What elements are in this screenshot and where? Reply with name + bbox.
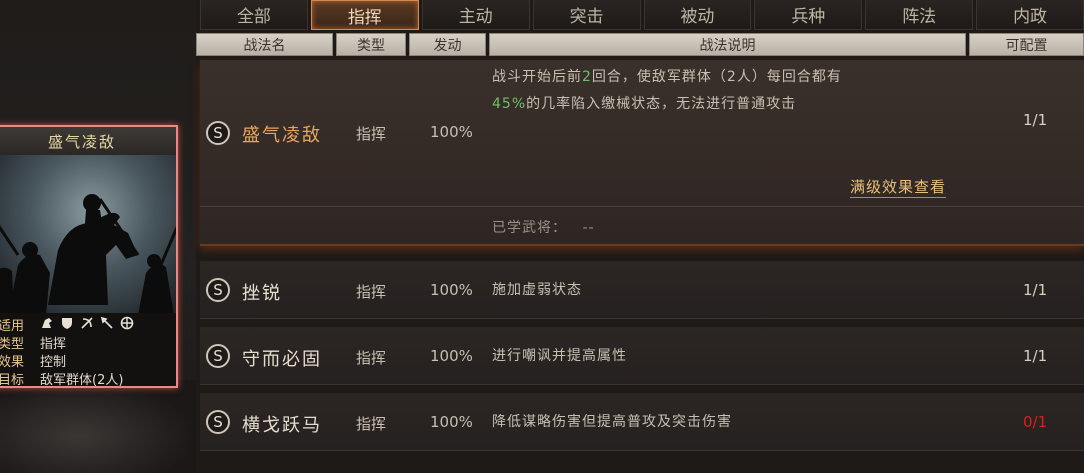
skill-rate: 100% (430, 413, 473, 431)
skill-config-count: 1/1 (1023, 111, 1048, 129)
tab-label: 内政 (1013, 7, 1048, 27)
skill-type: 指挥 (356, 349, 387, 367)
header-name[interactable]: 战法名 (196, 33, 333, 56)
tab-all[interactable]: 全部 (200, 0, 308, 30)
card-target-row: 目标 敌军群体(2人) (0, 369, 176, 388)
skill-name: 横戈跃马 (242, 415, 322, 436)
skill-type: 指挥 (356, 125, 387, 143)
skill-description: 战斗开始后前2回合，使敌军群体（2人）每回合都有 45%的几率陷入缴械状态，无法… (492, 64, 972, 118)
tab-label: 兵种 (791, 7, 826, 27)
header-config[interactable]: 可配置 (969, 33, 1084, 56)
skill-rate: 100% (430, 347, 473, 365)
skill-config-count: 1/1 (1023, 347, 1048, 365)
card-title: 盛气凌敌 (0, 127, 176, 155)
tab-label: 被动 (680, 7, 715, 27)
target-label: 目标 (0, 373, 24, 388)
skill-config-count: 0/1 (1023, 413, 1048, 431)
type-value: 指挥 (40, 337, 67, 352)
troops-label: 适用 (0, 319, 24, 334)
effect-value: 控制 (40, 355, 67, 370)
tab-command[interactable]: 指挥 (310, 0, 419, 30)
tab-troop[interactable]: 兵种 (754, 0, 863, 30)
skill-name: 盛气凌敌 (242, 125, 322, 146)
skill-grade-badge: S (206, 344, 230, 368)
tab-label: 主动 (458, 7, 493, 27)
skill-row[interactable]: S 守而必固 指挥 100% 进行嘲讽并提高属性 1/1 (200, 327, 1084, 385)
header-rate[interactable]: 发动 (409, 33, 486, 56)
skill-row-expanded[interactable]: S 盛气凌敌 指挥 100% 战斗开始后前2回合，使敌军群体（2人）每回合都有 … (200, 60, 1084, 246)
effect-label: 效果 (0, 355, 24, 370)
skill-config-count: 1/1 (1023, 281, 1048, 299)
category-tabs: 全部 指挥 主动 突击 被动 兵种 阵法 内政 (200, 0, 1084, 32)
cavalry-icon (42, 318, 52, 328)
skill-description: 进行嘲讽并提高属性 (492, 348, 627, 364)
tab-label: 指挥 (347, 7, 382, 28)
row-divider (200, 206, 1084, 207)
card-effect-row: 效果 控制 (0, 351, 176, 370)
full-effect-link[interactable]: 满级效果查看 (850, 176, 947, 198)
desc-line-1: 战斗开始后前2回合，使敌军群体（2人）每回合都有 (492, 69, 842, 85)
target-value: 敌军群体(2人) (40, 373, 124, 388)
tab-assault[interactable]: 突击 (532, 0, 641, 30)
learned-generals: 已学武将： -- (492, 217, 595, 237)
skill-row[interactable]: S 挫锐 指挥 100% 施加虚弱状态 1/1 (200, 261, 1084, 319)
bow-icon (81, 317, 93, 329)
skill-description: 施加虚弱状态 (492, 282, 582, 298)
skill-description: 降低谋略伤害但提高普攻及突击伤害 (492, 414, 732, 430)
battle-scene-art (0, 194, 176, 315)
skill-grade-badge: S (206, 121, 230, 145)
card-artwork (0, 155, 176, 315)
tab-internal[interactable]: 内政 (976, 0, 1084, 30)
spear-icon (100, 316, 113, 329)
skill-name: 守而必固 (242, 349, 322, 370)
skill-name: 挫锐 (242, 283, 282, 304)
skill-rate: 100% (430, 281, 473, 299)
tab-formation[interactable]: 阵法 (865, 0, 974, 30)
header-type[interactable]: 类型 (336, 33, 406, 56)
tab-label: 突击 (569, 7, 604, 27)
skill-row[interactable]: S 横戈跃马 指挥 100% 降低谋略伤害但提高普攻及突击伤害 0/1 (200, 393, 1084, 451)
learned-value: -- (582, 220, 595, 236)
tab-label: 阵法 (902, 7, 937, 27)
card-type-row: 类型 指挥 (0, 333, 176, 352)
tab-active[interactable]: 主动 (421, 0, 530, 30)
desc-line-2: 45%的几率陷入缴械状态，无法进行普通攻击 (492, 96, 797, 112)
header-desc: 战法说明 (489, 33, 966, 56)
skill-type: 指挥 (356, 283, 387, 301)
skill-grade-badge: S (206, 410, 230, 434)
skill-card: 盛气凌敌 适用 类型 指挥 效果 控制 目标 敌军群体(2人) (0, 125, 178, 388)
skill-type: 指挥 (356, 415, 387, 433)
skill-grade-badge: S (206, 278, 230, 302)
shield-icon (62, 318, 72, 329)
column-headers: 战法名 类型 发动 战法说明 可配置 (196, 33, 1084, 57)
chariot-icon (120, 316, 134, 330)
tab-passive[interactable]: 被动 (643, 0, 752, 30)
type-label: 类型 (0, 337, 24, 352)
skill-rate: 100% (430, 123, 473, 141)
tab-label: 全部 (236, 7, 271, 27)
troop-icons (40, 316, 134, 330)
card-troops-row: 适用 (0, 315, 176, 334)
learned-label: 已学武将： (492, 220, 567, 236)
card-info: 适用 类型 指挥 效果 控制 目标 敌军群体(2人) (0, 313, 176, 388)
